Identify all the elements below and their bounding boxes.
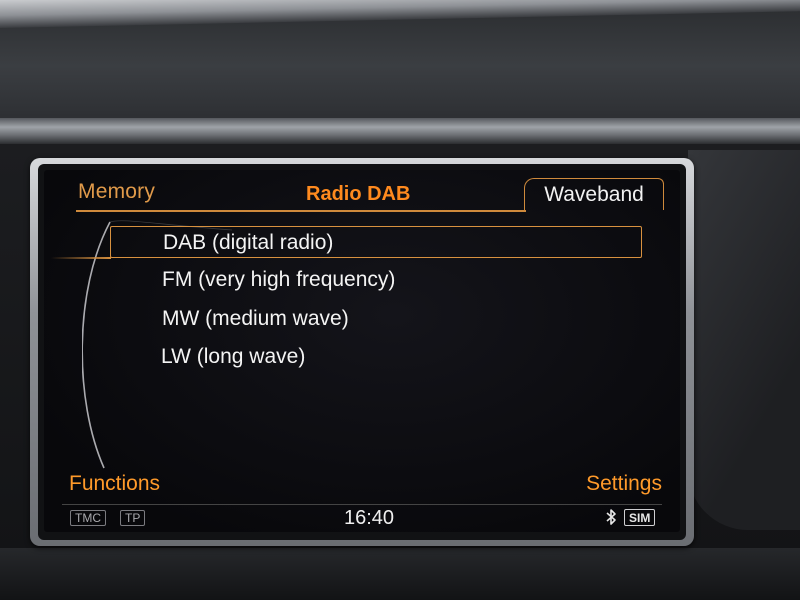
status-badge-tp: TP bbox=[120, 510, 146, 526]
status-bar: TMC TP 16:40 SIM bbox=[62, 504, 662, 529]
waveband-item-3[interactable]: MW (medium wave) bbox=[162, 303, 349, 335]
page-title: Radio DAB bbox=[306, 183, 411, 205]
infotainment-screen: Memory Radio DAB Waveband DAB (digital r… bbox=[44, 170, 680, 532]
settings-button[interactable]: Settings bbox=[586, 472, 662, 496]
tab-underline bbox=[76, 210, 526, 212]
status-badge-tmc: TMC bbox=[70, 510, 106, 526]
tab-waveband[interactable]: Waveband bbox=[524, 178, 664, 210]
bluetooth-icon bbox=[606, 509, 616, 525]
waveband-item-1[interactable]: DAB (digital radio) bbox=[51, 226, 642, 259]
dashboard-right-panel bbox=[688, 150, 800, 530]
clock: 16:40 bbox=[344, 507, 395, 529]
waveband-item-4[interactable]: LW (long wave) bbox=[161, 341, 305, 373]
waveband-item-2[interactable]: FM (very high frequency) bbox=[162, 264, 395, 296]
dashboard-bottom bbox=[0, 548, 800, 600]
functions-button[interactable]: Functions bbox=[69, 472, 160, 496]
sim-badge: SIM bbox=[624, 509, 656, 526]
dashboard-trim bbox=[0, 118, 800, 144]
tab-memory[interactable]: Memory bbox=[78, 180, 155, 204]
